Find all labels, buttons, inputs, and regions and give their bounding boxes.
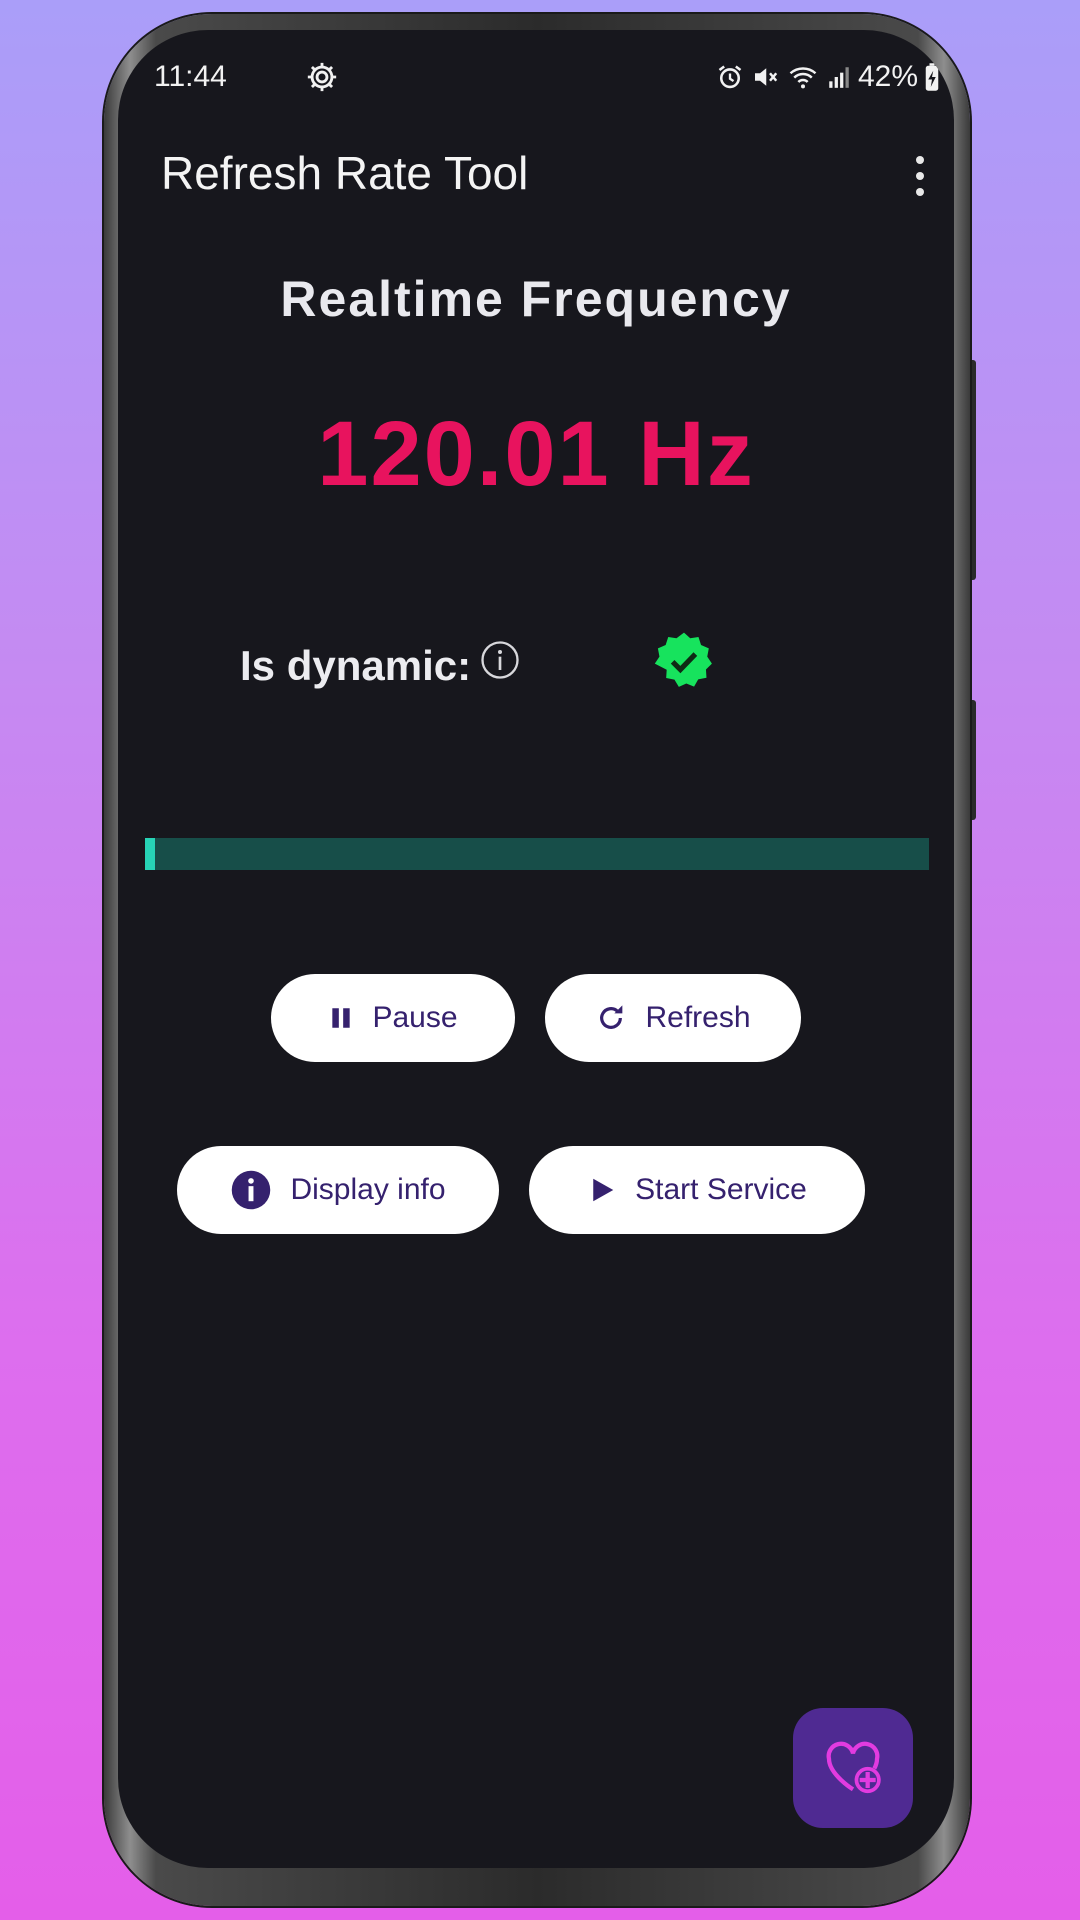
realtime-frequency-heading: Realtime Frequency — [280, 271, 792, 327]
is-dynamic-label: Is dynamic: — [240, 642, 472, 689]
refresh-label: Refresh — [645, 1001, 751, 1034]
app-screen: 11:44 42% Refresh Rate Tool Realtime Fre… — [118, 30, 954, 1868]
pause-icon — [332, 1008, 351, 1028]
status-icons: 42% — [716, 60, 940, 94]
pause-label: Pause — [372, 1001, 458, 1034]
display-info-button[interactable]: Display info — [177, 1146, 499, 1234]
display-info-label: Display info — [290, 1173, 446, 1206]
refresh-button[interactable]: Refresh — [545, 974, 801, 1062]
battery-percent: 42% — [857, 60, 918, 93]
refresh-progress-bar — [145, 838, 929, 870]
verified-check-icon — [654, 632, 712, 687]
info-icon — [232, 1170, 271, 1210]
progress-fill — [145, 838, 156, 870]
start-service-label: Start Service — [635, 1173, 807, 1206]
start-service-button[interactable]: Start Service — [529, 1146, 865, 1234]
refresh-icon — [600, 1005, 623, 1029]
alarm-icon — [718, 65, 742, 89]
mute-icon — [754, 68, 778, 86]
wifi-icon — [789, 67, 817, 89]
status-time: 11:44 — [154, 60, 227, 93]
donate-fab[interactable] — [793, 1708, 913, 1828]
pause-button[interactable]: Pause — [271, 974, 515, 1062]
frequency-value: 120.01 Hz — [317, 403, 755, 505]
signal-icon — [829, 67, 849, 88]
more-vert-icon[interactable] — [898, 148, 942, 204]
app-title: Refresh Rate Tool — [161, 147, 529, 199]
battery-charging-icon — [925, 63, 939, 91]
settings-gear-icon — [307, 62, 337, 92]
heart-plus-icon — [826, 1741, 881, 1794]
info-outline-icon[interactable] — [480, 640, 520, 680]
play-icon — [593, 1178, 614, 1202]
